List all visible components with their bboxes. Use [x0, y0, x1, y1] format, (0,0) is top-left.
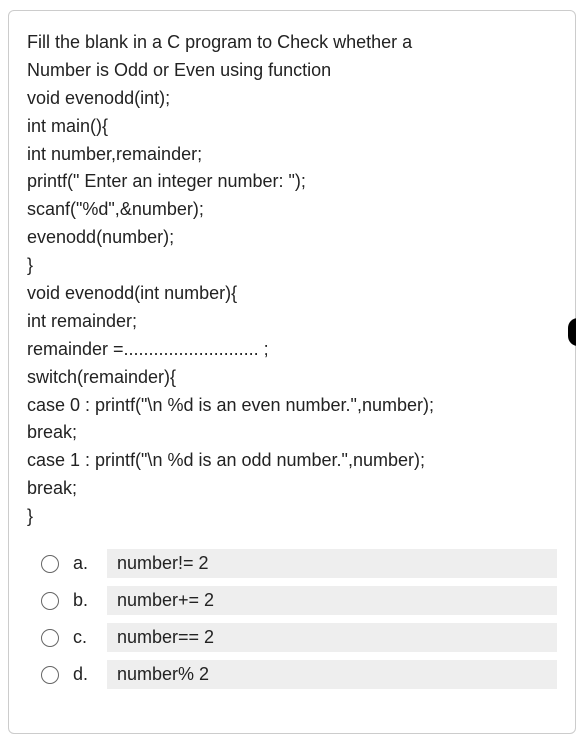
option-letter: c. [73, 627, 93, 648]
option-text: number!= 2 [107, 549, 557, 578]
question-line: void evenodd(int); [27, 85, 563, 113]
option-text: number% 2 [107, 660, 557, 689]
question-line: void evenodd(int number){ [27, 280, 563, 308]
question-line: evenodd(number); [27, 224, 563, 252]
question-line: } [27, 503, 563, 531]
question-line: int number,remainder; [27, 141, 563, 169]
option-letter: b. [73, 590, 93, 611]
option-text: number+= 2 [107, 586, 557, 615]
question-line: break; [27, 475, 563, 503]
radio-icon[interactable] [41, 555, 59, 573]
question-line: printf(" Enter an integer number: "); [27, 168, 563, 196]
question-line: switch(remainder){ [27, 364, 563, 392]
radio-icon[interactable] [41, 592, 59, 610]
option-d[interactable]: d. number% 2 [41, 660, 557, 689]
question-line: } [27, 252, 563, 280]
options-list: a. number!= 2 b. number+= 2 c. number== … [27, 549, 563, 689]
question-line: scanf("%d",&number); [27, 196, 563, 224]
next-arrow-icon[interactable] [568, 318, 576, 346]
option-text: number== 2 [107, 623, 557, 652]
option-c[interactable]: c. number== 2 [41, 623, 557, 652]
question-line: case 1 : printf("\n %d is an odd number.… [27, 447, 563, 475]
question-line: int remainder; [27, 308, 563, 336]
radio-icon[interactable] [41, 666, 59, 684]
option-a[interactable]: a. number!= 2 [41, 549, 557, 578]
option-letter: a. [73, 553, 93, 574]
question-line: int main(){ [27, 113, 563, 141]
question-line: case 0 : printf("\n %d is an even number… [27, 392, 563, 420]
radio-icon[interactable] [41, 629, 59, 647]
option-b[interactable]: b. number+= 2 [41, 586, 557, 615]
question-line: break; [27, 419, 563, 447]
option-letter: d. [73, 664, 93, 685]
question-line: Fill the blank in a C program to Check w… [27, 29, 563, 57]
question-line: remainder =........................... ; [27, 336, 563, 364]
question-text-block: Fill the blank in a C program to Check w… [27, 29, 563, 531]
question-line: Number is Odd or Even using function [27, 57, 563, 85]
question-card: Fill the blank in a C program to Check w… [8, 10, 576, 734]
